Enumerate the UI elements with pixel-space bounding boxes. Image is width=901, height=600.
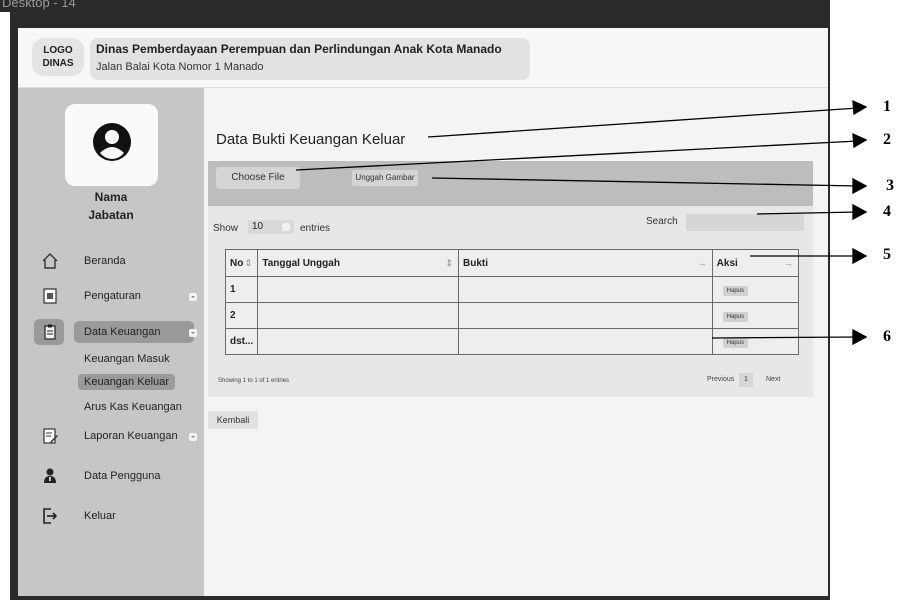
annotation-label-4: 4 <box>883 203 891 220</box>
annotation-label-2: 2 <box>883 131 891 148</box>
annotation-label-6: 6 <box>883 328 891 345</box>
annotation-arrows <box>295 99 868 346</box>
annotation-label-5: 5 <box>883 246 891 263</box>
annotation-label-3: 3 <box>886 177 894 194</box>
annotation-label-1: 1 <box>883 98 891 115</box>
